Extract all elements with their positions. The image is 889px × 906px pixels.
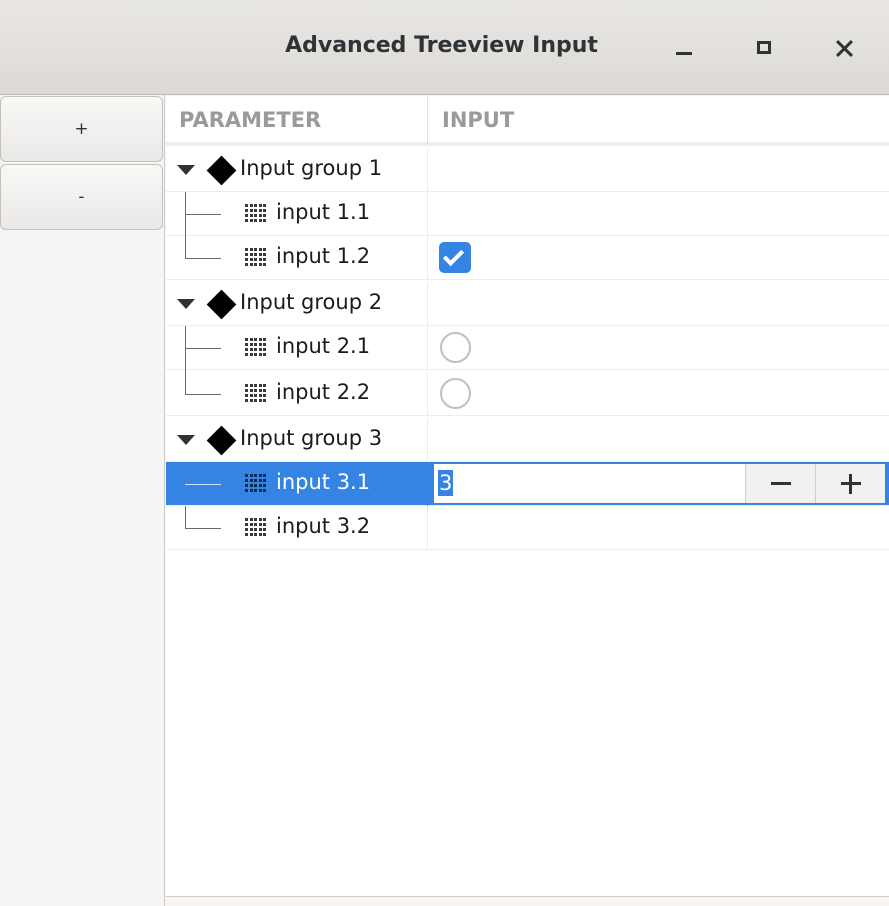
group-label: Input group 1 bbox=[240, 156, 383, 180]
title-bar[interactable]: Advanced Treeview Input bbox=[0, 0, 889, 95]
tree-row-input-1-2[interactable]: input 1.2 bbox=[166, 236, 889, 280]
tree-row-group-1[interactable]: Input group 1 bbox=[166, 148, 889, 192]
item-label: input 2.1 bbox=[276, 334, 371, 358]
tree-row-input-3-2[interactable]: input 3.2 bbox=[166, 506, 889, 550]
diamond-icon bbox=[206, 425, 237, 456]
diamond-icon bbox=[206, 155, 237, 186]
remove-button[interactable]: - bbox=[0, 164, 163, 230]
minimize-icon bbox=[676, 52, 692, 55]
radio-button[interactable] bbox=[440, 332, 471, 363]
input-cell: 3 bbox=[429, 462, 889, 506]
grid-icon bbox=[245, 338, 267, 358]
tree-line bbox=[185, 236, 186, 259]
decrement-button[interactable] bbox=[745, 464, 815, 503]
table-header: PARAMETER INPUT bbox=[166, 96, 889, 146]
expand-arrow-icon[interactable] bbox=[177, 165, 195, 175]
input-cell bbox=[429, 148, 889, 192]
add-button[interactable]: + bbox=[0, 96, 163, 162]
increment-button[interactable] bbox=[815, 464, 885, 503]
expand-arrow-icon[interactable] bbox=[177, 435, 195, 445]
tree-row-input-2-2[interactable]: input 2.2 bbox=[166, 372, 889, 416]
tree-row-input-2-1[interactable]: input 2.1 bbox=[166, 326, 889, 372]
grid-icon bbox=[245, 474, 267, 494]
tree-line bbox=[185, 394, 221, 395]
checkbox-checked[interactable] bbox=[439, 242, 471, 273]
grid-icon bbox=[245, 204, 267, 224]
input-cell bbox=[429, 418, 889, 462]
maximize-icon bbox=[757, 41, 771, 54]
item-label: input 1.2 bbox=[276, 244, 371, 268]
grid-icon bbox=[245, 518, 267, 538]
close-button[interactable] bbox=[826, 30, 862, 66]
side-panel: + - bbox=[0, 95, 165, 906]
maximize-button[interactable] bbox=[746, 30, 782, 66]
group-label: Input group 2 bbox=[240, 290, 383, 314]
input-cell bbox=[429, 282, 889, 326]
spinner-value-input[interactable]: 3 bbox=[438, 470, 454, 496]
item-label: input 1.1 bbox=[276, 200, 371, 224]
tree-row-input-3-1[interactable]: input 3.1 3 bbox=[166, 462, 889, 506]
item-label: input 2.2 bbox=[276, 380, 371, 404]
minus-icon bbox=[771, 482, 791, 485]
number-spinner[interactable]: 3 bbox=[432, 462, 887, 505]
tree-table: PARAMETER INPUT Input group 1 input 1.1 … bbox=[166, 96, 889, 897]
tree-line bbox=[185, 506, 186, 529]
column-header-parameter[interactable]: PARAMETER bbox=[166, 96, 428, 144]
tree-line bbox=[185, 372, 186, 395]
radio-button[interactable] bbox=[440, 378, 471, 409]
diamond-icon bbox=[206, 289, 237, 320]
tree-line bbox=[185, 258, 221, 259]
tree-line bbox=[185, 484, 221, 485]
input-cell bbox=[429, 506, 889, 550]
item-label: input 3.1 bbox=[276, 470, 371, 494]
input-cell bbox=[429, 326, 889, 370]
tree-line bbox=[185, 326, 186, 372]
grid-icon bbox=[245, 384, 267, 404]
expand-arrow-icon[interactable] bbox=[177, 299, 195, 309]
tree-row-group-2[interactable]: Input group 2 bbox=[166, 282, 889, 326]
input-cell bbox=[429, 192, 889, 236]
input-cell bbox=[429, 372, 889, 416]
tree-line bbox=[185, 348, 221, 349]
grid-icon bbox=[245, 248, 267, 268]
tree-row-input-1-1[interactable]: input 1.1 bbox=[166, 192, 889, 236]
minimize-button[interactable] bbox=[666, 30, 702, 66]
tree-line bbox=[185, 214, 221, 215]
tree-row-group-3[interactable]: Input group 3 bbox=[166, 418, 889, 462]
tree-line bbox=[185, 528, 221, 529]
input-cell bbox=[429, 236, 889, 280]
item-label: input 3.2 bbox=[276, 514, 371, 538]
group-label: Input group 3 bbox=[240, 426, 383, 450]
checkmark-icon bbox=[442, 244, 465, 267]
column-header-input[interactable]: INPUT bbox=[429, 96, 889, 144]
